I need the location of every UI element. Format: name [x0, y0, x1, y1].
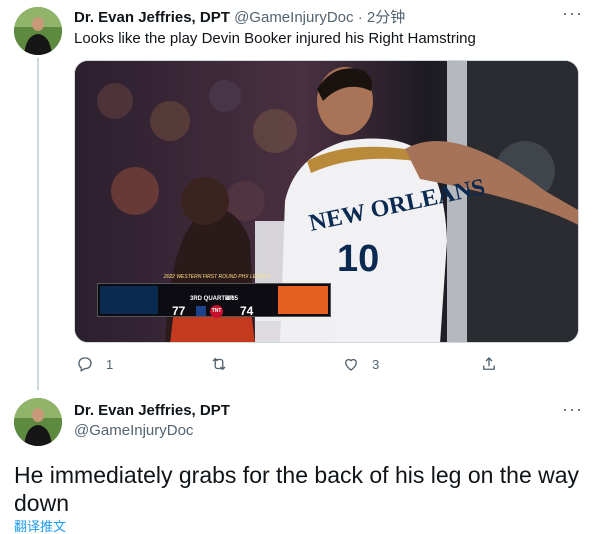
like-button[interactable]: 3	[342, 355, 379, 373]
retweet-icon	[210, 355, 228, 373]
tweet-header: Dr. Evan Jeffries, DPT @GameInjuryDoc · …	[74, 8, 405, 28]
home-score: 77	[172, 304, 186, 318]
suns-logo	[278, 286, 328, 314]
tweet-text: He immediately grabs for the back of his…	[14, 462, 580, 516]
tweet-actions: 1 3	[74, 355, 514, 377]
tweet-media-image[interactable]: NEW ORLEANS 10 2022 WESTERN FIRST ROUND …	[74, 60, 579, 343]
translate-tweet-link[interactable]: 翻译推文	[14, 520, 66, 534]
separator-dot: ·	[357, 9, 363, 26]
game-clock: 4:35	[226, 296, 239, 302]
scorebug-title: 2022 WESTERN FIRST ROUND PHX LEADS 1-0	[163, 274, 273, 289]
reply-button[interactable]: 1	[76, 355, 113, 373]
thread-connector-line	[37, 58, 39, 390]
more-options-icon[interactable]: ···	[562, 400, 583, 418]
heart-icon	[342, 355, 360, 373]
share-button[interactable]	[480, 355, 498, 373]
share-icon	[480, 355, 498, 373]
like-count: 3	[372, 356, 380, 372]
pelicans-logo	[100, 286, 158, 314]
retweet-button[interactable]	[210, 355, 240, 373]
avatar[interactable]	[14, 398, 62, 446]
nba-logo	[196, 306, 206, 316]
away-score: 74	[240, 304, 254, 318]
timestamp[interactable]: 2分钟	[367, 9, 405, 26]
avatar[interactable]	[14, 7, 62, 55]
scorebug-bar: 3RD QUARTER 4:35 77 TNT 74	[97, 283, 331, 318]
scorebug: 2022 WESTERN FIRST ROUND PHX LEADS 1-0 3…	[97, 273, 331, 318]
author-handle[interactable]: @GameInjuryDoc	[234, 9, 353, 26]
tweet-header: Dr. Evan Jeffries, DPT @GameInjuryDoc	[74, 401, 230, 441]
more-options-icon[interactable]: ···	[562, 4, 583, 22]
tnt-logo: TNT	[210, 305, 223, 318]
jersey-number-text: 10	[337, 238, 379, 280]
author-name[interactable]: Dr. Evan Jeffries, DPT	[74, 401, 230, 421]
reply-icon	[76, 355, 94, 373]
reply-count: 1	[106, 356, 114, 372]
author-name[interactable]: Dr. Evan Jeffries, DPT	[74, 9, 230, 26]
author-handle[interactable]: @GameInjuryDoc	[74, 421, 230, 441]
tweet-text: Looks like the play Devin Booker injured…	[74, 30, 476, 47]
